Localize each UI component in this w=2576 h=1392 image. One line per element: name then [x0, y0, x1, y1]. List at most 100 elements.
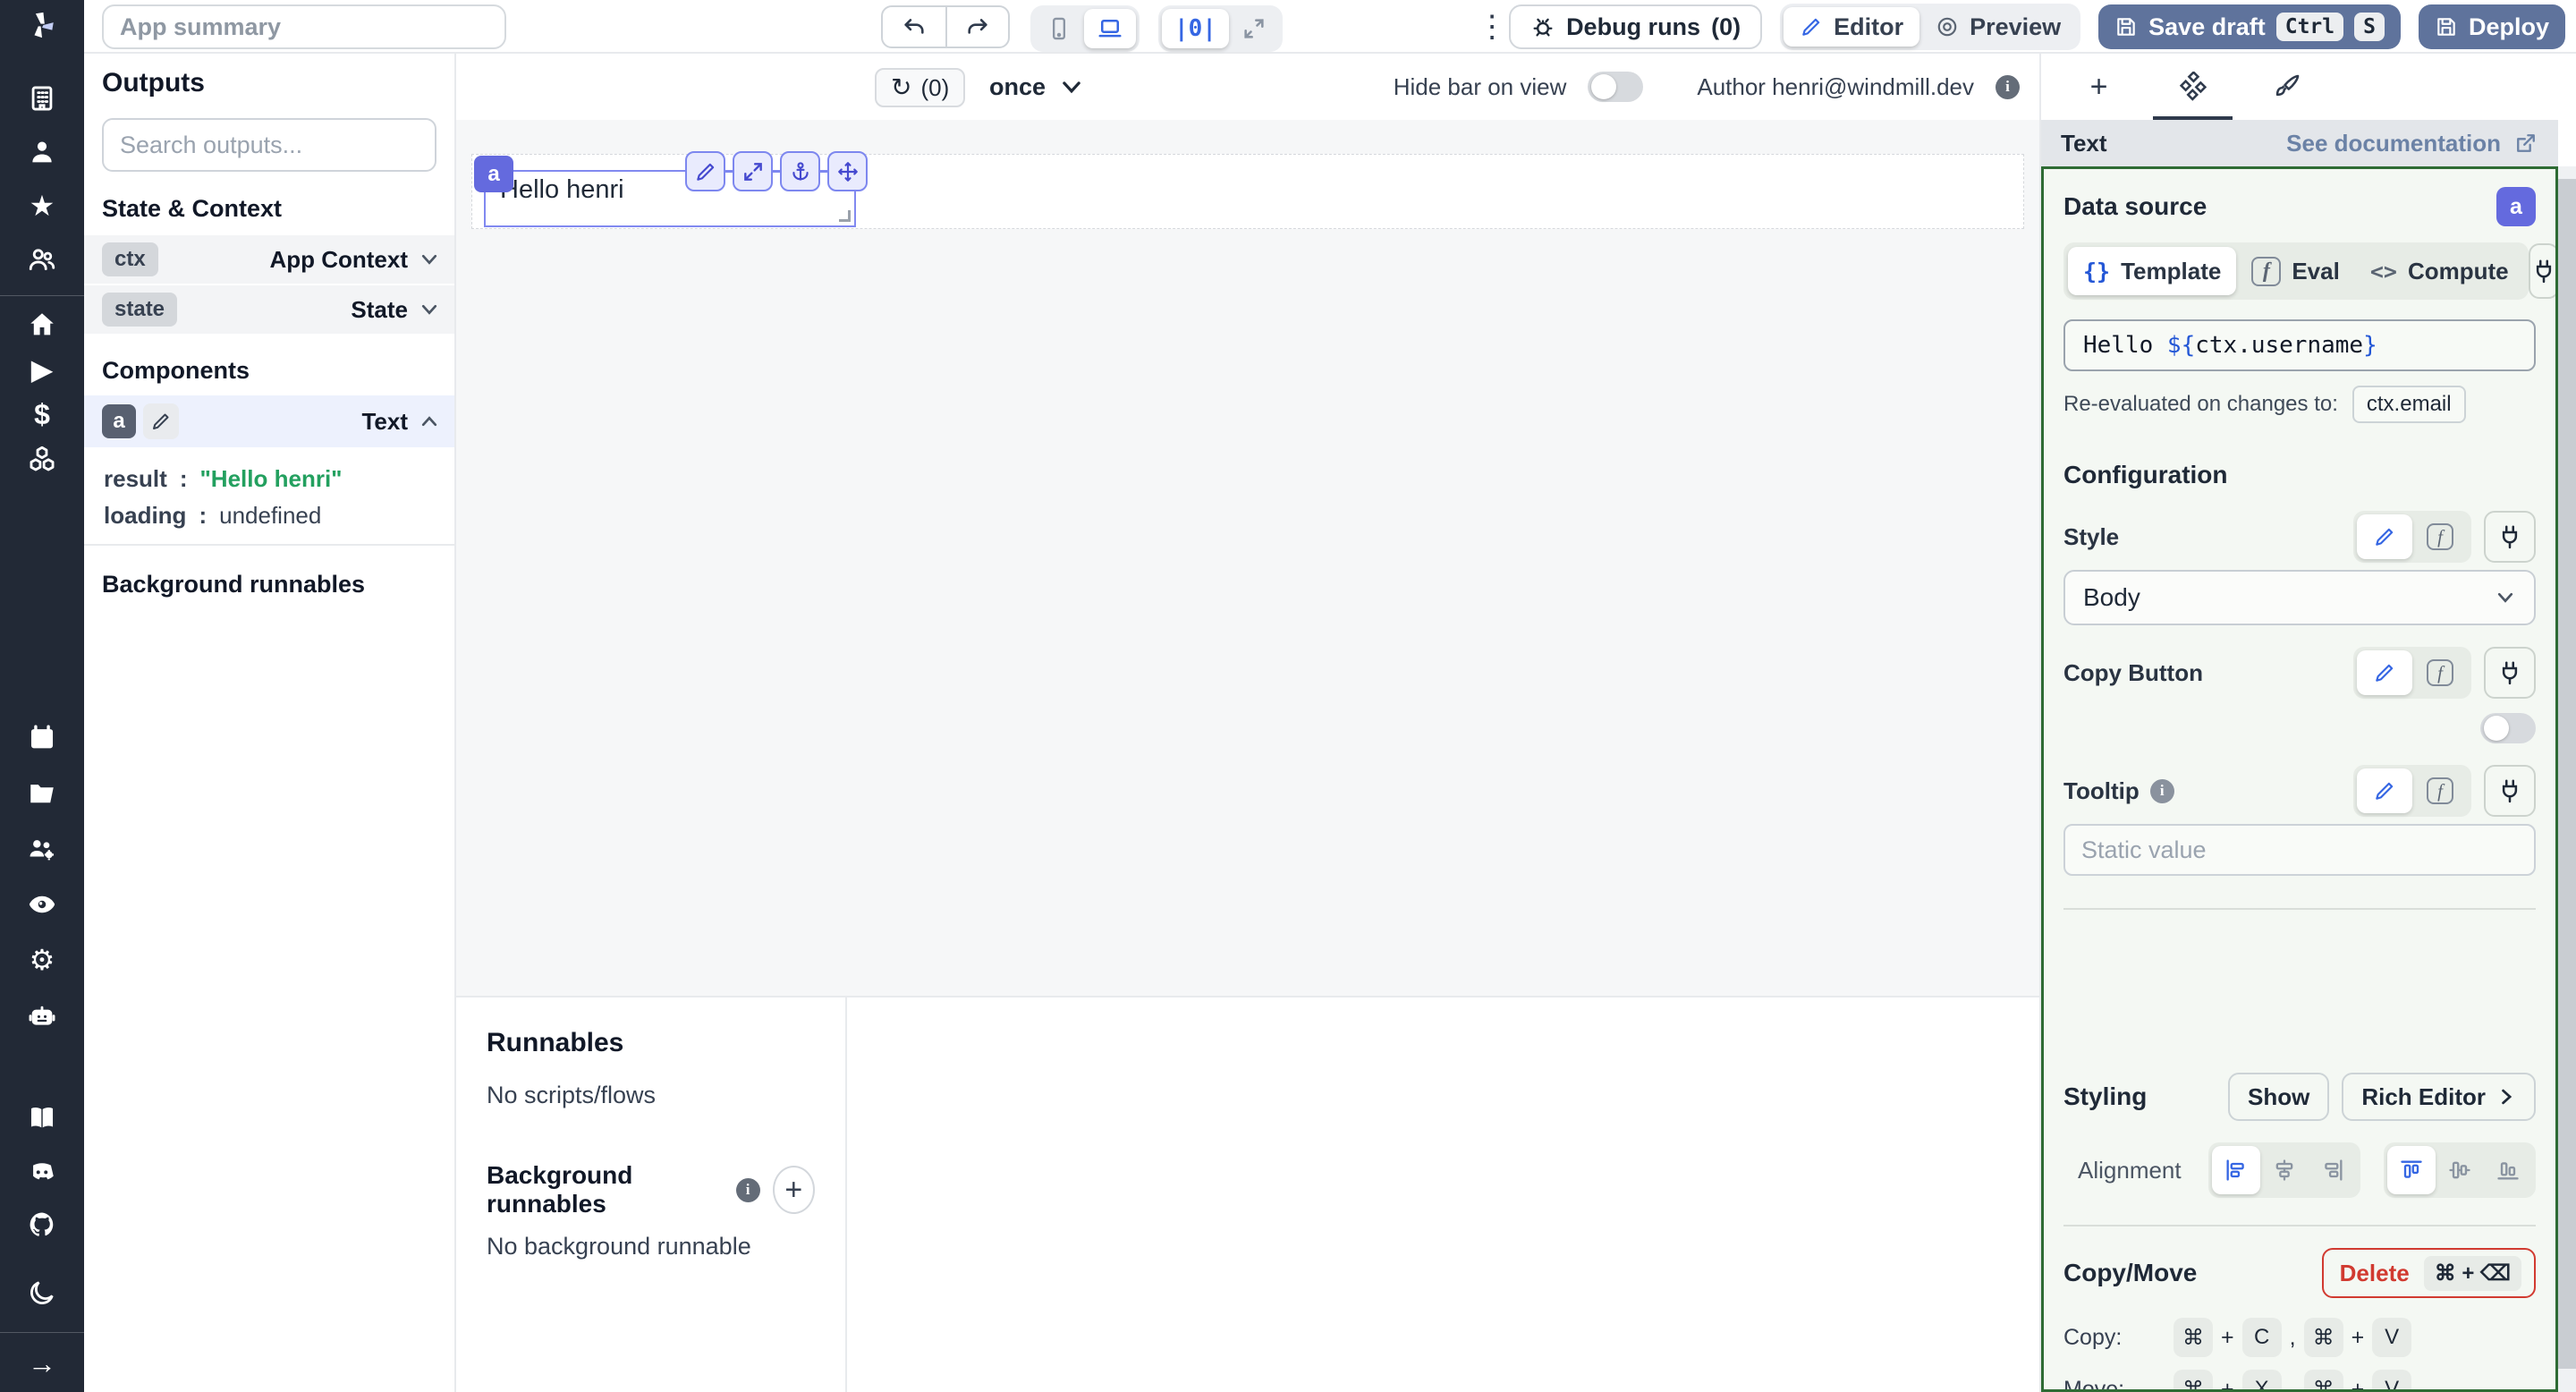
eval-mode-button[interactable]: f — [2412, 768, 2468, 813]
template-code-input[interactable]: Hello ${ctx.username} — [2063, 319, 2536, 371]
hide-bar-toggle[interactable] — [1588, 72, 1644, 102]
add-background-runnable-button[interactable]: + — [772, 1166, 815, 1214]
static-mode-button[interactable] — [2357, 768, 2412, 813]
tooltip-info-icon[interactable] — [2149, 778, 2174, 803]
delete-label: Delete — [2339, 1259, 2410, 1286]
undo-button[interactable] — [883, 7, 945, 47]
delete-component-button[interactable]: Delete ⌘ + ⌫ — [2321, 1248, 2536, 1298]
app-summary-input[interactable] — [102, 4, 506, 49]
plus-separator: + — [2351, 1324, 2365, 1350]
eval-mode-button[interactable]: f — [2412, 514, 2468, 559]
style-select[interactable]: Body — [2063, 570, 2536, 625]
compute-mode-tab[interactable]: <> Compute — [2355, 247, 2524, 295]
static-mode-button[interactable] — [2357, 650, 2412, 695]
background-runnables-info-icon[interactable] — [735, 1177, 760, 1202]
groups-settings-icon[interactable] — [26, 833, 58, 865]
component-settings-container: Data source a {} Template f Eval <> Comp… — [2041, 166, 2558, 1392]
anchor-component-button[interactable] — [780, 151, 820, 191]
interval-value: once — [989, 72, 1046, 100]
fullwidth-canvas-button[interactable] — [1229, 9, 1279, 48]
docs-book-icon[interactable] — [26, 1101, 58, 1133]
component-row-a[interactable]: a Text — [84, 395, 454, 447]
home-icon[interactable] — [26, 309, 58, 341]
rename-component-button[interactable] — [143, 403, 179, 439]
ai-robot-icon[interactable] — [26, 999, 58, 1031]
debug-runs-button[interactable]: Debug runs (0) — [1509, 4, 1763, 49]
align-middle-v-button[interactable] — [2436, 1146, 2484, 1194]
connect-data-source-button[interactable] — [2528, 243, 2555, 299]
connect-tooltip-button[interactable] — [2484, 765, 2536, 817]
scrollbar-track[interactable] — [2558, 166, 2576, 1392]
pencil-icon — [2376, 528, 2394, 546]
align-center-h-button[interactable] — [2260, 1146, 2309, 1194]
align-left-button[interactable] — [2212, 1146, 2260, 1194]
show-styling-button[interactable]: Show — [2227, 1073, 2330, 1121]
code-expression: ctx.username — [2195, 332, 2364, 359]
variables-dollar-icon[interactable]: $ — [26, 398, 58, 430]
favorites-star-icon[interactable]: ★ — [26, 190, 58, 222]
connect-style-button[interactable] — [2484, 511, 2536, 563]
align-bottom-button[interactable] — [2484, 1146, 2532, 1194]
github-icon[interactable] — [26, 1209, 58, 1241]
refresh-interval-dropdown[interactable]: once — [989, 54, 1083, 120]
schedules-calendar-icon[interactable] — [26, 722, 58, 754]
refresh-app-button[interactable]: ↻ (0) — [875, 68, 966, 107]
scrollbar-thumb[interactable] — [2558, 179, 2576, 1369]
preview-tab[interactable]: Preview — [1919, 7, 2077, 47]
save-draft-button[interactable]: Save draft Ctrl S — [2098, 4, 2401, 49]
resources-cubes-icon[interactable] — [26, 443, 58, 475]
expand-sidebar-arrow-icon[interactable]: → — [26, 1347, 58, 1379]
reeval-dependency-pill[interactable]: ctx.email — [2351, 386, 2466, 423]
eval-mode-tab[interactable]: f Eval — [2236, 247, 2355, 295]
discord-icon[interactable] — [26, 1155, 58, 1187]
refresh-count: (0) — [920, 73, 950, 101]
prop-loading[interactable]: loading : undefined — [104, 502, 435, 530]
align-right-button[interactable] — [2309, 1146, 2357, 1194]
audit-eye-icon[interactable] — [26, 888, 58, 921]
rich-editor-button[interactable]: Rich Editor — [2342, 1073, 2536, 1121]
global-styling-tab[interactable] — [2240, 54, 2334, 120]
component-id-badge: a — [102, 404, 136, 438]
output-row-ctx[interactable]: ctx App Context — [84, 235, 454, 285]
author-info-icon[interactable] — [1996, 74, 2020, 99]
resize-handle[interactable] — [839, 210, 851, 222]
prop-result[interactable]: result : "Hello henri" — [104, 465, 435, 493]
runs-play-icon[interactable]: ▶ — [26, 353, 58, 386]
align-top-button[interactable] — [2387, 1146, 2436, 1194]
align-middle-v-icon — [2449, 1161, 2470, 1179]
tooltip-static-input[interactable] — [2063, 824, 2536, 876]
more-menu-kebab-icon[interactable]: ⋮ — [1477, 11, 1507, 42]
connect-copy-button[interactable] — [2484, 647, 2536, 699]
redo-button[interactable] — [945, 7, 1008, 47]
undo-redo-group — [881, 5, 1010, 48]
workspace-icon[interactable] — [26, 82, 58, 115]
main-column: |0| ⋮ Debug runs (0) Editor — [84, 0, 2576, 1392]
static-mode-button[interactable] — [2357, 514, 2412, 559]
eval-mode-button[interactable]: f — [2412, 650, 2468, 695]
template-mode-tab[interactable]: {} Template — [2068, 247, 2237, 295]
expand-component-button[interactable] — [733, 151, 773, 191]
editor-tab[interactable]: Editor — [1784, 7, 1920, 47]
folders-icon[interactable] — [26, 777, 58, 810]
edit-component-button[interactable] — [685, 151, 725, 191]
deploy-button[interactable]: Deploy — [2418, 4, 2565, 49]
desktop-view-button[interactable] — [1084, 9, 1136, 48]
insert-component-tab[interactable]: + — [2052, 54, 2146, 120]
output-row-state[interactable]: state State — [84, 285, 454, 335]
settings-gear-icon[interactable]: ⚙ — [26, 944, 58, 976]
see-documentation-link[interactable]: See documentation — [2286, 130, 2538, 157]
sidebar-divider-bottom — [0, 1332, 84, 1333]
search-outputs-input[interactable] — [102, 118, 436, 172]
center-canvas-icon: |0| — [1174, 15, 1216, 42]
user-icon[interactable] — [26, 136, 58, 168]
mobile-view-button[interactable] — [1034, 9, 1084, 48]
components-diamonds-icon — [2179, 72, 2207, 101]
user-group-icon[interactable] — [26, 243, 58, 276]
center-canvas-button[interactable]: |0| — [1162, 9, 1229, 48]
component-settings-tab[interactable] — [2146, 54, 2240, 120]
copy-button-toggle[interactable] — [2480, 713, 2536, 743]
dark-mode-moon-icon[interactable] — [26, 1277, 58, 1309]
move-component-button[interactable] — [827, 151, 868, 191]
windmill-logo-icon[interactable] — [26, 9, 58, 41]
app-canvas[interactable]: Hello henri a — [456, 120, 2039, 996]
